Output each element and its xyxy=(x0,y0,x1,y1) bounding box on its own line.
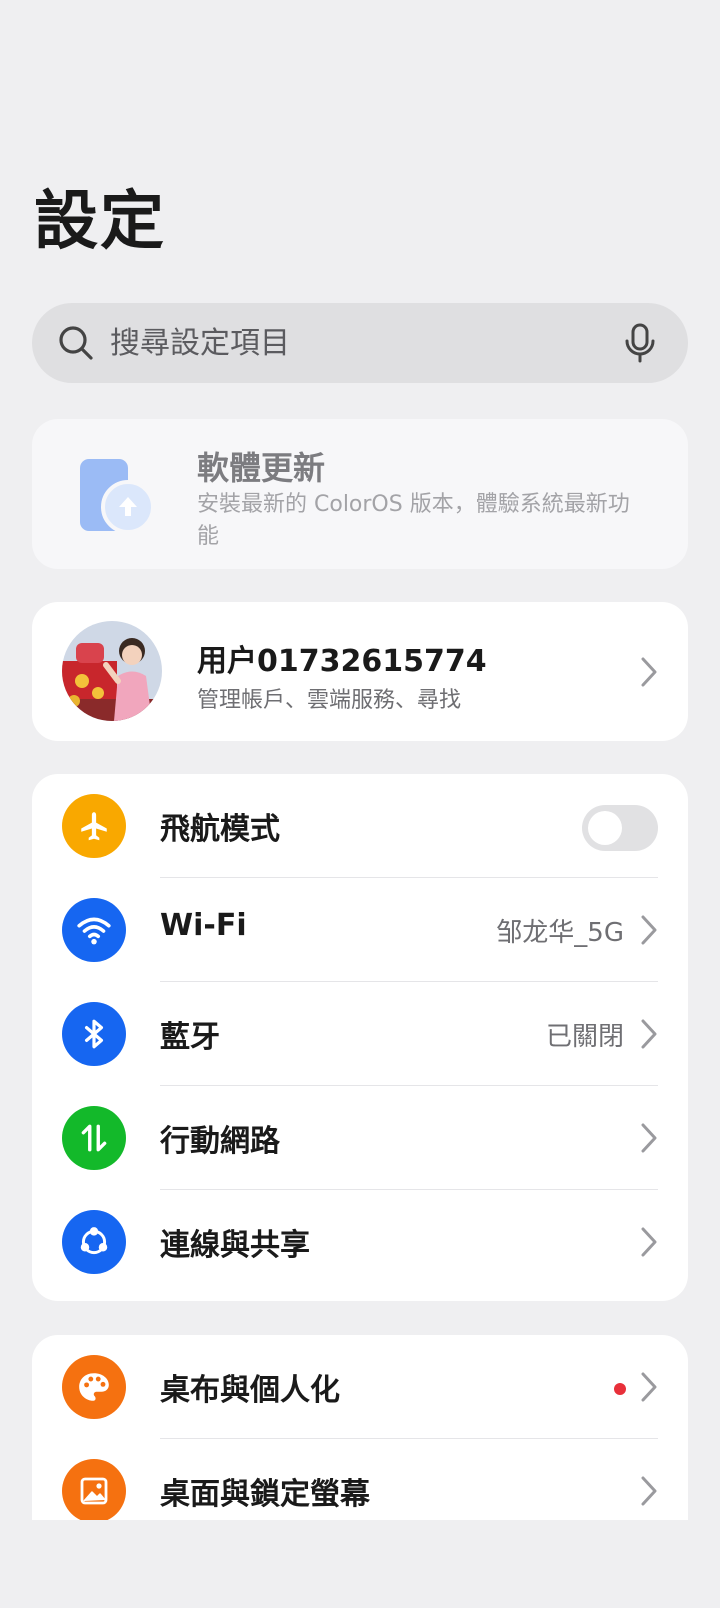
wifi-value: 邹龙华_5G xyxy=(496,918,624,948)
airplane-icon xyxy=(62,794,126,858)
account-subtitle: 管理帳戶、雲端服務、尋找 xyxy=(197,688,462,713)
search-icon xyxy=(59,326,93,360)
home-lock-screen-row[interactable]: 桌面與鎖定螢幕 xyxy=(32,1439,688,1520)
chevron-right-icon xyxy=(641,1476,657,1506)
software-update-icon xyxy=(80,459,152,534)
microphone-icon[interactable] xyxy=(620,321,660,365)
airplane-mode-row[interactable]: 飛航模式 xyxy=(32,774,688,878)
notification-badge xyxy=(614,1383,626,1395)
connection-sharing-row[interactable]: 連線與共享 xyxy=(32,1190,688,1294)
mobile-network-label: 行動網路 xyxy=(160,1124,280,1159)
bluetooth-icon xyxy=(62,1002,126,1066)
home-lock-screen-label: 桌面與鎖定螢幕 xyxy=(160,1477,370,1512)
personalization-card: 桌布與個人化 桌面與鎖定螢幕 xyxy=(32,1335,688,1520)
wallpaper-personalization-label: 桌布與個人化 xyxy=(160,1373,340,1408)
chevron-right-icon xyxy=(641,1227,657,1257)
chevron-right-icon xyxy=(641,1372,657,1402)
wifi-label: Wi-Fi xyxy=(160,908,247,943)
search-input[interactable] xyxy=(110,325,620,361)
avatar[interactable] xyxy=(62,621,162,721)
account-name: 用户01732615774 xyxy=(197,644,487,679)
wallpaper-icon xyxy=(62,1459,126,1520)
page-title: 設定 xyxy=(34,185,166,259)
wifi-row[interactable]: Wi-Fi 邹龙华_5G xyxy=(32,878,688,982)
settings-page: 設定 軟體更新 安裝最新的 ColorOS 版本，體驗系統最新功能 xyxy=(0,0,720,1608)
search-bar[interactable] xyxy=(32,303,688,383)
software-update-card[interactable]: 軟體更新 安裝最新的 ColorOS 版本，體驗系統最新功能 xyxy=(32,419,688,569)
update-title: 軟體更新 xyxy=(197,449,326,487)
mobile-network-row[interactable]: 行動網路 xyxy=(32,1086,688,1190)
bluetooth-value: 已關閉 xyxy=(545,1022,624,1052)
connection-sharing-label: 連線與共享 xyxy=(160,1228,310,1263)
network-settings-card: 飛航模式 Wi-Fi 邹龙华_5G 藍牙 已關閉 行動網路 連線與共享 xyxy=(32,774,688,1301)
account-card[interactable]: 用户01732615774 管理帳戶、雲端服務、尋找 xyxy=(32,602,688,741)
palette-icon xyxy=(62,1355,126,1419)
bluetooth-label: 藍牙 xyxy=(160,1020,220,1055)
wifi-icon xyxy=(62,898,126,962)
toggle-knob xyxy=(588,811,622,845)
wallpaper-personalization-row[interactable]: 桌布與個人化 xyxy=(32,1335,688,1439)
chevron-right-icon xyxy=(641,657,657,687)
bluetooth-row[interactable]: 藍牙 已關閉 xyxy=(32,982,688,1086)
chevron-right-icon xyxy=(641,1123,657,1153)
airplane-mode-label: 飛航模式 xyxy=(160,812,280,847)
chevron-right-icon xyxy=(641,1019,657,1049)
airplane-mode-toggle[interactable] xyxy=(582,805,658,851)
mobile-data-icon xyxy=(62,1106,126,1170)
update-subtitle: 安裝最新的 ColorOS 版本，體驗系統最新功能 xyxy=(197,492,630,549)
chevron-right-icon xyxy=(641,915,657,945)
share-icon xyxy=(62,1210,126,1274)
